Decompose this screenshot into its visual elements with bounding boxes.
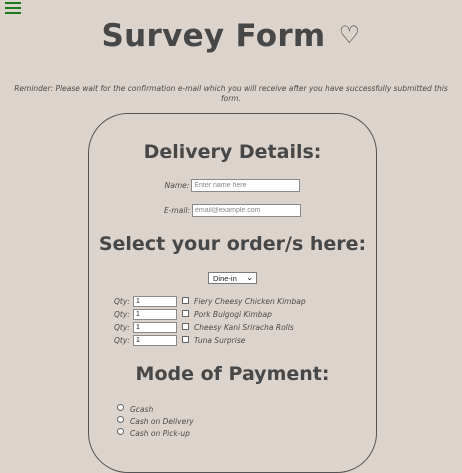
email-label: E-mail: <box>163 206 191 215</box>
item-name: Fiery Cheesy Chicken Kimbap <box>194 297 306 306</box>
payment-option-label: Cash on Pick-up <box>130 428 190 438</box>
qty-input[interactable] <box>133 296 177 307</box>
survey-form-card: Delivery Details: Name: E-mail: Select y… <box>88 113 377 473</box>
reminder-text: Reminder: Please wait for the confirmati… <box>14 84 448 103</box>
qty-label: Qty: <box>114 297 130 306</box>
payment-option-label: Cash on Delivery <box>130 416 194 426</box>
email-field-row: E-mail: <box>89 204 376 217</box>
order-item-row: Qty: Fiery Cheesy Chicken Kimbap <box>114 296 306 307</box>
payment-heading: Mode of Payment: <box>135 363 330 385</box>
radio-button[interactable] <box>117 404 124 411</box>
chevron-down-icon: ⌄ <box>246 273 253 282</box>
payment-option[interactable]: Cash on Pick-up <box>117 428 190 438</box>
qty-input[interactable] <box>133 335 177 346</box>
page-title-text: Survey Form <box>101 18 326 54</box>
email-input[interactable] <box>192 204 302 217</box>
name-label: Name: <box>164 181 190 190</box>
name-field-row: Name: <box>89 179 376 192</box>
name-input[interactable] <box>191 179 301 192</box>
item-checkbox[interactable] <box>182 322 189 330</box>
radio-button[interactable] <box>117 416 124 423</box>
order-item-row: Qty: Tuna Surprise <box>114 335 245 346</box>
order-heading: Select your order/s here: <box>98 233 367 255</box>
order-item-row: Qty: Pork Bulgogi Kimbap <box>114 309 272 320</box>
item-name: Cheesy Kani Sriracha Rolls <box>194 323 294 332</box>
qty-label: Qty: <box>114 323 130 332</box>
payment-option-label: Gcash <box>130 404 154 414</box>
hamburger-menu-icon[interactable] <box>5 2 21 14</box>
item-name: Pork Bulgogi Kimbap <box>194 310 272 319</box>
dining-option-value: Dine-in <box>213 273 237 283</box>
item-checkbox[interactable] <box>182 309 189 317</box>
page-title: Survey Form ♡ <box>0 18 462 54</box>
radio-button[interactable] <box>117 428 124 435</box>
qty-label: Qty: <box>114 310 130 319</box>
order-item-row: Qty: Cheesy Kani Sriracha Rolls <box>114 322 294 333</box>
heart-icon: ♡ <box>338 21 361 49</box>
dining-option-select[interactable]: Dine-in ⌄ <box>208 272 257 284</box>
qty-input[interactable] <box>133 309 177 320</box>
item-checkbox[interactable] <box>182 296 189 304</box>
delivery-details-heading: Delivery Details: <box>143 141 322 163</box>
qty-label: Qty: <box>114 336 130 345</box>
qty-input[interactable] <box>133 322 177 333</box>
item-name: Tuna Surprise <box>194 336 246 345</box>
payment-option[interactable]: Cash on Delivery <box>117 416 194 426</box>
item-checkbox[interactable] <box>182 335 189 343</box>
payment-option[interactable]: Gcash <box>117 404 153 414</box>
